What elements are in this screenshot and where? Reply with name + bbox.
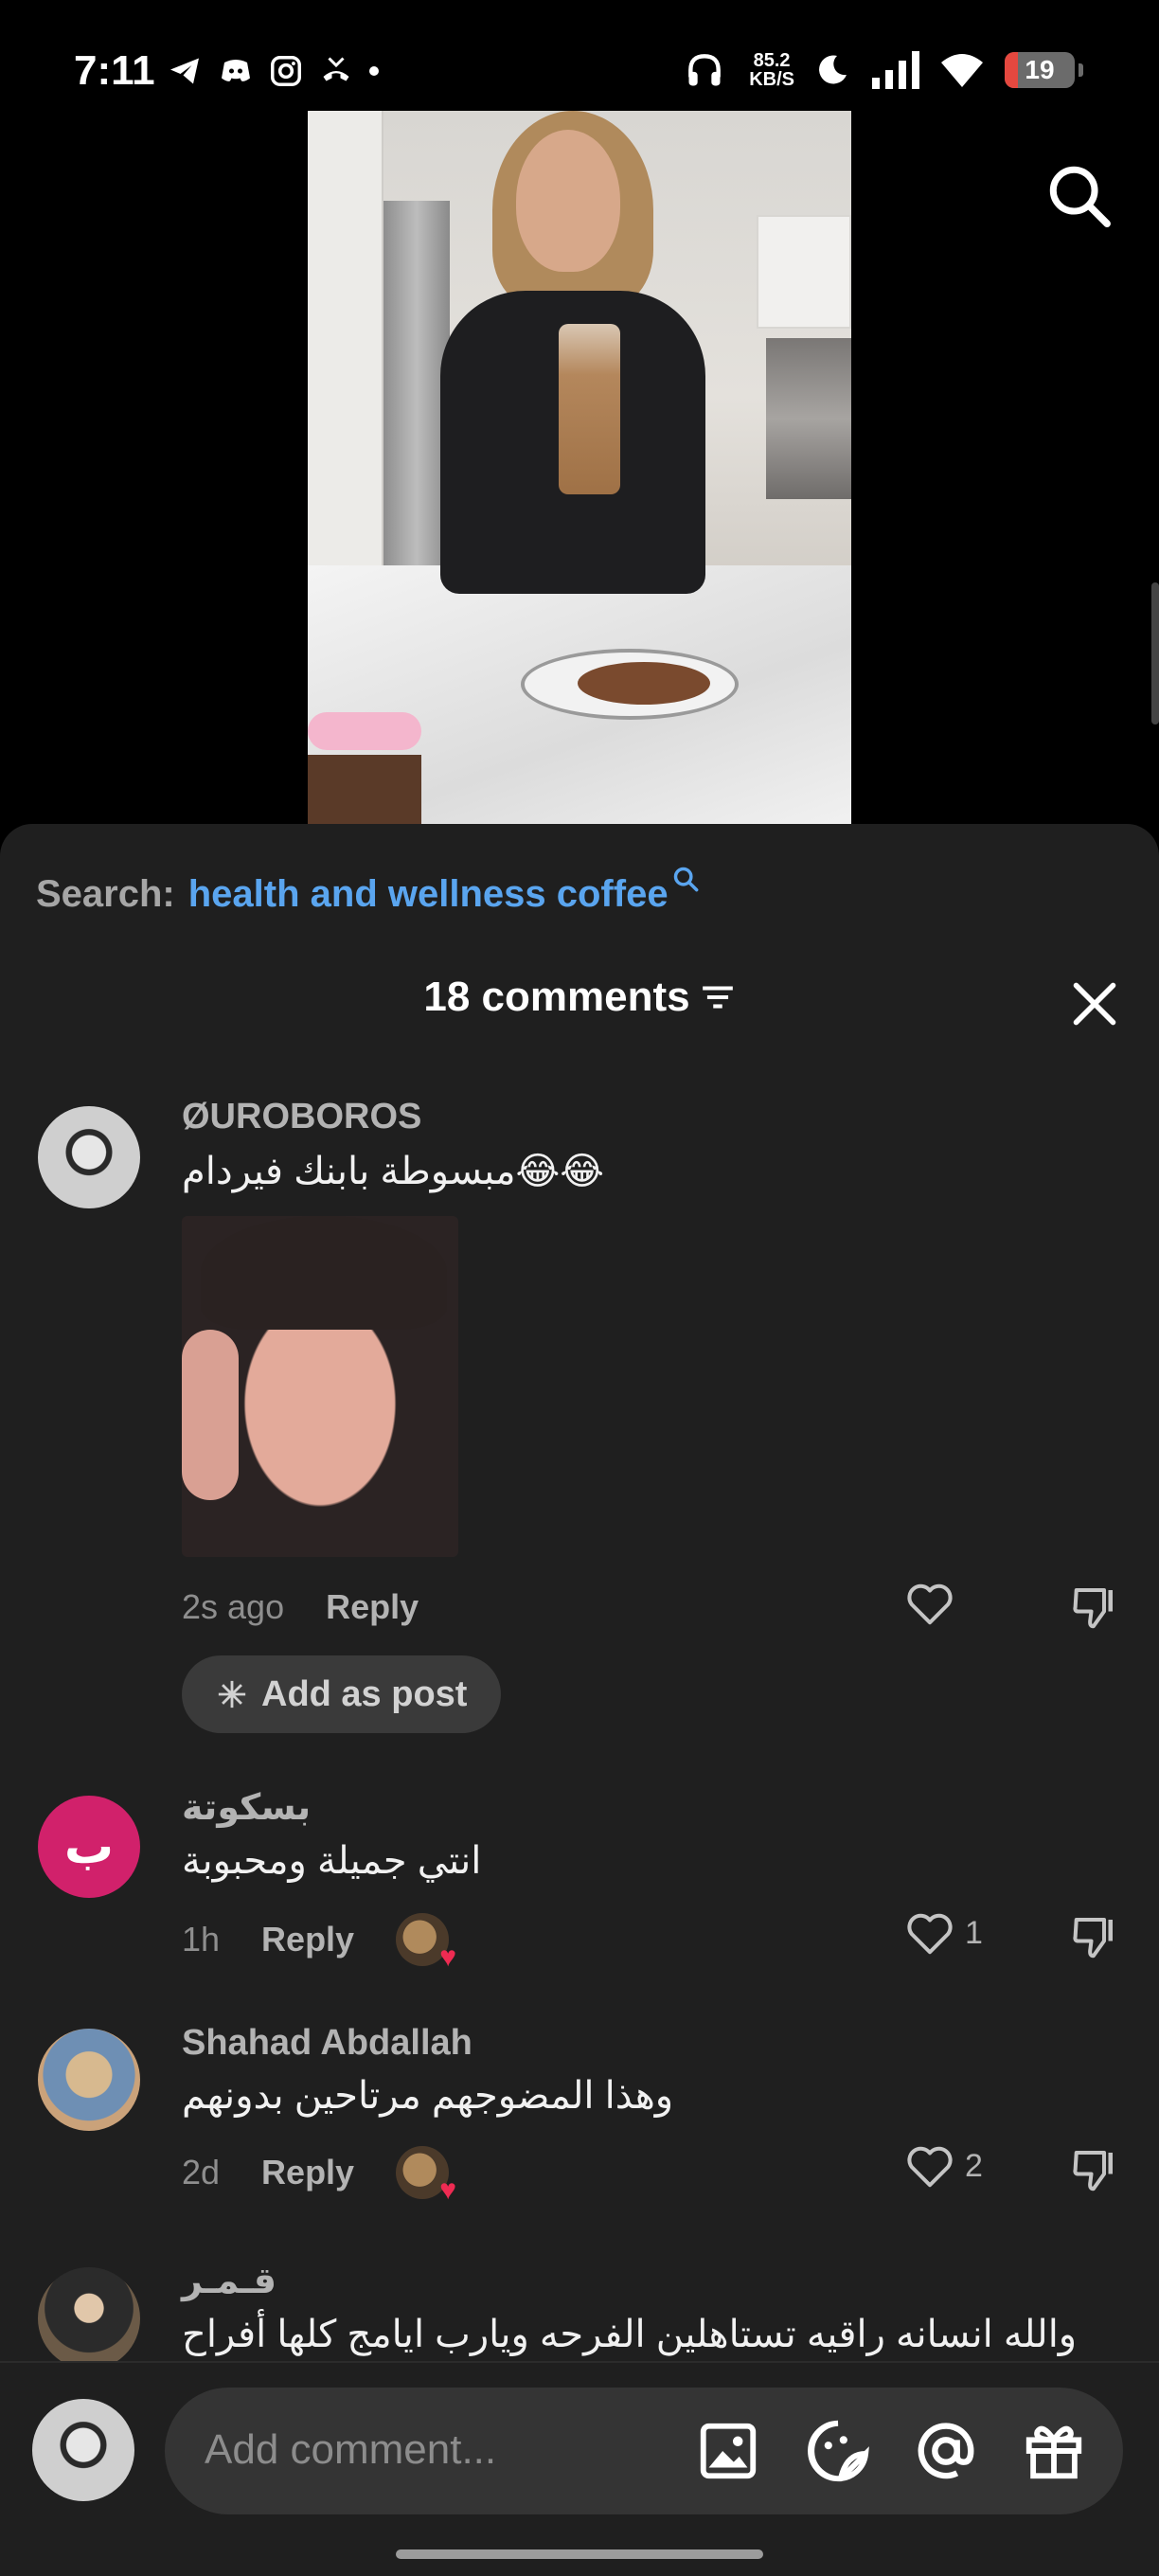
comment-author[interactable]: Shahad Abdallah — [182, 2023, 473, 2064]
avatar[interactable]: ب — [38, 1796, 140, 1898]
notification-icons — [166, 53, 380, 89]
sticker-icon[interactable] — [805, 2418, 871, 2484]
gift-icon[interactable] — [1021, 2418, 1087, 2484]
heart-icon — [907, 1913, 953, 1955]
reply-button[interactable]: Reply — [261, 1920, 354, 1959]
status-bar: 7:11 85.2 KB/S 19 — [0, 0, 1159, 104]
search-term-link[interactable]: health and wellness coffee — [188, 873, 669, 916]
home-indicator[interactable] — [396, 2549, 763, 2559]
comment-meta: 2d Reply ♥ — [182, 2146, 456, 2205]
comment-text: مبسوطة بابنك فيردام😂😂 — [182, 1151, 605, 1192]
creator-liked-badge: ♥ — [396, 1913, 456, 1972]
video-frame-oven — [766, 338, 851, 499]
heart-badge-icon: ♥ — [439, 1941, 457, 1973]
system-icons: 85.2 KB/S 19 — [679, 49, 1083, 91]
comment-text: انتي جميلة ومحبوبة — [182, 1840, 482, 1882]
moon-icon — [819, 55, 847, 84]
reply-button[interactable]: Reply — [261, 2153, 354, 2192]
comment-meta: 1h Reply ♥ — [182, 1913, 456, 1972]
comment-text: وهذا المضوجهم مرتاحين بدونهم — [182, 2075, 674, 2117]
video-frame-cup — [559, 324, 620, 494]
dislike-icon[interactable] — [1070, 1582, 1121, 1633]
net-speed-unit: KB/S — [749, 69, 794, 90]
heart-icon — [907, 2146, 953, 2188]
like-button[interactable]: 1 — [904, 1909, 983, 1957]
avatar[interactable] — [38, 1106, 140, 1208]
video-frame-cake — [578, 662, 710, 705]
comment-input[interactable] — [205, 2420, 678, 2480]
comment-author[interactable]: قـمـر — [182, 2260, 276, 2302]
heart-badge-icon: ♥ — [439, 2174, 457, 2206]
headphones-icon — [688, 54, 722, 86]
telegram-icon — [170, 58, 199, 84]
creator-liked-badge: ♥ — [396, 2146, 456, 2205]
avatar-letter: ب — [63, 1819, 115, 1874]
battery-indicator: 19 — [1005, 52, 1075, 88]
video-player[interactable] — [308, 111, 851, 826]
comment-author[interactable]: بسكوتة — [182, 1786, 311, 1829]
add-as-post-button[interactable]: Add as post — [182, 1655, 502, 1733]
filter-icon[interactable] — [700, 981, 736, 1013]
mention-icon[interactable] — [913, 2418, 979, 2484]
current-user-avatar[interactable] — [32, 2399, 134, 2501]
reply-button[interactable]: Reply — [326, 1587, 419, 1627]
video-frame-face — [516, 130, 620, 272]
search-small-icon — [673, 867, 698, 892]
comment-meta: 2s ago Reply — [182, 1587, 419, 1627]
image-hand — [182, 1330, 239, 1500]
add-as-post-label: Add as post — [261, 1673, 468, 1714]
battery-level: 19 — [1025, 55, 1055, 84]
avatar[interactable] — [38, 2267, 140, 2370]
search-label: Search: — [36, 873, 175, 915]
search-suggestion[interactable]: Search: health and wellness coffee — [36, 867, 699, 916]
battery-fill — [1005, 52, 1019, 88]
discord-icon — [222, 60, 250, 81]
comment-text: والله انسانه راقيه تستاهلين الفرحه ويارب… — [182, 2314, 1078, 2355]
search-icon[interactable] — [1046, 163, 1113, 229]
sparkle-icon — [218, 1680, 246, 1708]
image-icon[interactable] — [695, 2418, 761, 2484]
comment-composer-bar — [0, 2361, 1159, 2576]
missed-call-icon — [323, 57, 349, 81]
comments-count: 18 comments — [423, 974, 690, 1020]
video-frame-pink-object — [308, 712, 421, 750]
wifi-icon — [941, 54, 983, 87]
image-hair — [201, 1216, 447, 1330]
scroll-handle[interactable] — [1151, 582, 1159, 724]
video-frame-wood — [308, 755, 421, 826]
comment-author[interactable]: ØUROBOROS — [182, 1097, 421, 1137]
signal-icon — [872, 51, 919, 89]
heart-icon — [907, 1583, 953, 1625]
like-count: 1 — [965, 1914, 983, 1951]
comment-time: 2s ago — [182, 1587, 285, 1626]
status-time: 7:11 — [74, 47, 155, 94]
dislike-icon[interactable] — [1070, 1911, 1121, 1962]
comment-input-container[interactable] — [165, 2388, 1123, 2514]
like-button[interactable]: 2 — [904, 2142, 983, 2190]
comments-header: 18 comments — [0, 974, 1159, 1021]
like-count: 2 — [965, 2147, 983, 2184]
comment-attached-image[interactable] — [182, 1216, 458, 1557]
avatar[interactable] — [38, 2029, 140, 2131]
net-speed-value: 85.2 — [753, 50, 791, 71]
close-icon[interactable] — [1070, 979, 1119, 1029]
battery-tip — [1079, 63, 1083, 77]
video-frame-cabinet-right — [757, 215, 851, 329]
comments-sheet: Search: health and wellness coffee 18 co… — [0, 824, 1159, 2576]
comment-time: 2d — [182, 2153, 221, 2191]
like-button[interactable] — [904, 1580, 955, 1627]
dot-icon — [369, 66, 379, 76]
net-speed: 85.2 KB/S — [749, 51, 794, 89]
comment-time: 1h — [182, 1920, 221, 1959]
video-frame-cabinet — [308, 111, 383, 565]
instagram-icon — [271, 56, 301, 86]
dislike-icon[interactable] — [1070, 2144, 1121, 2195]
